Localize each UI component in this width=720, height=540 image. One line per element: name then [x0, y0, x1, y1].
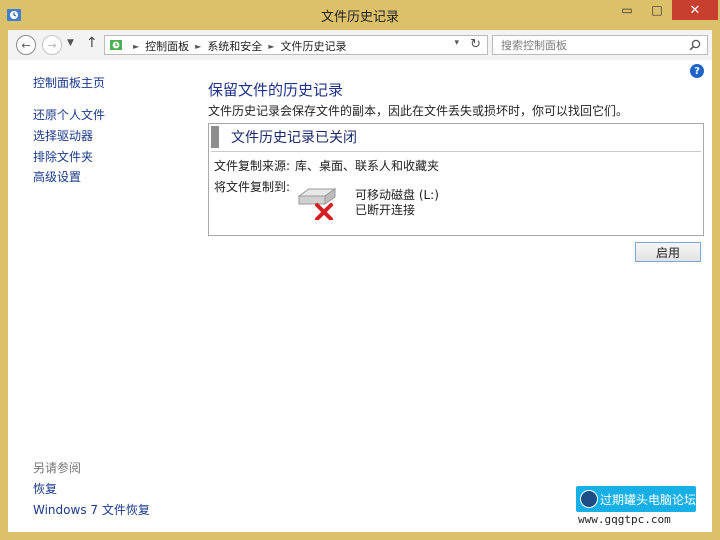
search-icon[interactable]: [689, 39, 701, 51]
back-button[interactable]: ←: [16, 35, 36, 55]
breadcrumb-system-security[interactable]: 系统和安全: [207, 38, 262, 54]
breadcrumb-control-panel[interactable]: 控制面板: [145, 38, 189, 54]
destination-label: 将文件复制到:: [214, 180, 291, 194]
source-value: 库、桌面、联系人和收藏夹: [295, 159, 440, 173]
panel-divider: [211, 151, 701, 152]
up-arrow-icon: ↑: [86, 35, 98, 51]
help-glyph: ?: [694, 65, 700, 77]
close-icon: ✕: [689, 2, 701, 18]
content-area: ? 控制面板主页 还原个人文件 选择驱动器 排除文件夹 高级设置 另请参阅 恢复…: [8, 60, 712, 532]
recent-locations-button[interactable]: ▼: [67, 38, 74, 48]
status-panel: 文件历史记录已关闭 文件复制来源: 库、桌面、联系人和收藏夹 将文件复制到: 可…: [208, 123, 704, 236]
minimize-button[interactable]: ▭: [612, 0, 642, 20]
breadcrumb-separator-icon[interactable]: ►: [268, 42, 274, 51]
window: 文件历史记录 ▭ □ ✕ ← → ▼ ↑ ► 控制面板 ► 系统和安全 ► 文件…: [0, 0, 720, 540]
watermark-logo-icon: [580, 490, 598, 508]
maximize-icon: □: [651, 3, 663, 17]
watermark-text: 过期罐头电脑论坛: [600, 493, 697, 507]
page-title: 保留文件的历史记录: [208, 81, 344, 99]
title-bar[interactable]: 文件历史记录 ▭ □ ✕: [0, 0, 720, 30]
close-button[interactable]: ✕: [672, 0, 718, 20]
address-bar[interactable]: ► 控制面板 ► 系统和安全 ► 文件历史记录 ▾ ↻: [104, 35, 488, 55]
search-box: [492, 35, 708, 55]
forward-arrow-icon: →: [47, 38, 57, 52]
breadcrumb-file-history[interactable]: 文件历史记录: [280, 38, 346, 54]
watermark-banner: 过期罐头电脑论坛: [576, 486, 696, 512]
back-arrow-icon: ←: [21, 38, 31, 52]
help-icon[interactable]: ?: [690, 64, 704, 78]
maximize-button[interactable]: □: [642, 0, 672, 20]
forward-button[interactable]: →: [42, 35, 62, 55]
minimize-icon: ▭: [621, 3, 633, 17]
page-description: 文件历史记录会保存文件的副本，因此在文件丢失或损坏时，你可以找回它们。: [208, 104, 629, 118]
sidebar-item-advanced-settings[interactable]: 高级设置: [33, 168, 81, 185]
breadcrumb-separator-icon[interactable]: ►: [195, 42, 201, 51]
navigation-bar: ← → ▼ ↑ ► 控制面板 ► 系统和安全 ► 文件历史记录 ▾ ↻: [8, 30, 712, 60]
sidebar-item-exclude-folders[interactable]: 排除文件夹: [33, 148, 93, 165]
see-also-recovery[interactable]: 恢复: [33, 480, 57, 497]
watermark: 过期罐头电脑论坛 www.gqgtpc.com: [576, 486, 696, 528]
breadcrumb-separator-icon: ►: [133, 41, 140, 51]
see-also-windows7-file-recovery[interactable]: Windows 7 文件恢复: [33, 501, 150, 518]
chevron-down-icon: ▼: [67, 38, 74, 48]
caption-buttons: ▭ □ ✕: [612, 0, 718, 22]
address-dropdown-icon[interactable]: ▾: [454, 38, 459, 48]
watermark-url: www.gqgtpc.com: [578, 513, 671, 526]
source-label: 文件复制来源:: [214, 159, 291, 173]
enable-button[interactable]: 启用: [635, 242, 701, 262]
breadcrumb: ► 控制面板 ► 系统和安全 ► 文件历史记录: [127, 38, 346, 54]
refresh-icon[interactable]: ↻: [470, 37, 481, 52]
see-also-heading: 另请参阅: [33, 461, 82, 475]
drive-status: 已断开连接: [355, 203, 416, 217]
sidebar-item-restore-files[interactable]: 还原个人文件: [33, 106, 105, 123]
file-history-small-icon: [110, 40, 122, 50]
sidebar-item-select-drive[interactable]: 选择驱动器: [33, 127, 93, 144]
removable-drive-disconnected-icon: [297, 188, 337, 220]
sidebar-item-control-panel-home[interactable]: 控制面板主页: [33, 74, 105, 91]
status-title: 文件历史记录已关闭: [231, 130, 357, 146]
search-input[interactable]: [493, 36, 681, 54]
status-bar-accent: [211, 126, 219, 148]
up-button[interactable]: ↑: [86, 35, 98, 51]
